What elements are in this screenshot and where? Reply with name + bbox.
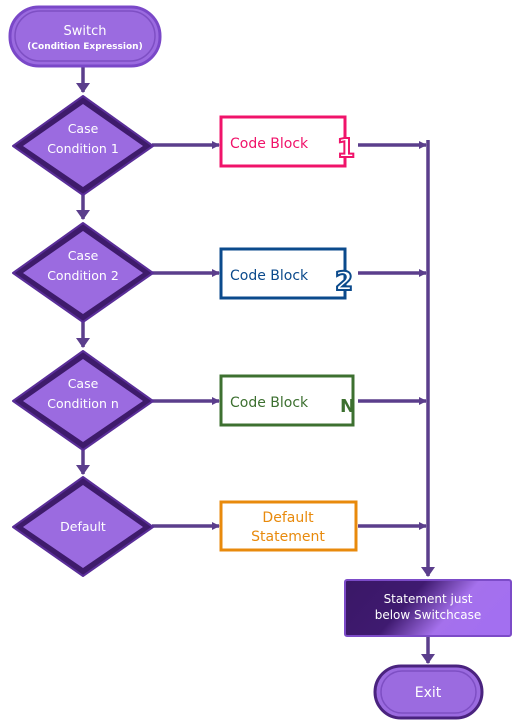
start-node: Switch (Condition Expression): [8, 5, 162, 68]
case-condition-n-line1: Case: [68, 376, 99, 391]
code-block-n: Code Block N: [219, 374, 355, 427]
after-line2: below Switchcase: [375, 608, 482, 622]
case-condition-1-line1: Case: [68, 121, 99, 136]
switch-case-flowchart: Switch (Condition Expression) Case Condit…: [8, 5, 512, 720]
code-block-2-label: Code Block: [230, 268, 309, 284]
exit-label: Exit: [415, 685, 442, 701]
default-block-line1: Default: [262, 510, 314, 526]
after-switch-statement: Statement just below Switchcase: [344, 579, 512, 637]
case-condition-n-diamond: Case Condition n: [12, 350, 154, 451]
code-block-n-badge: N: [340, 396, 355, 417]
case-condition-2-line1: Case: [68, 248, 99, 263]
code-block-n-label: Code Block: [230, 395, 309, 411]
start-subtitle: (Condition Expression): [27, 42, 142, 52]
code-block-1: Code Block 1: [219, 115, 356, 168]
default-condition-line2: Default: [60, 519, 106, 534]
exit-node: Exit: [373, 664, 484, 720]
start-title: Switch: [64, 24, 107, 39]
default-condition-diamond: Default: [12, 476, 154, 577]
after-line1: Statement just: [384, 592, 473, 606]
case-condition-1-line2: Condition 1: [47, 141, 119, 156]
default-block-line2: Statement: [251, 529, 325, 545]
code-block-2: Code Block 2: [219, 247, 354, 300]
case-condition-n-line2: Condition n: [47, 396, 119, 411]
code-block-1-label: Code Block: [230, 136, 309, 152]
case-condition-1-diamond: Case Condition 1: [12, 95, 154, 196]
default-block: Default Statement: [219, 500, 358, 552]
case-condition-2-diamond: Case Condition 2: [12, 222, 154, 323]
code-block-2-badge: 2: [335, 267, 353, 297]
case-condition-2-line2: Condition 2: [47, 268, 119, 283]
code-block-1-badge: 1: [337, 134, 355, 164]
